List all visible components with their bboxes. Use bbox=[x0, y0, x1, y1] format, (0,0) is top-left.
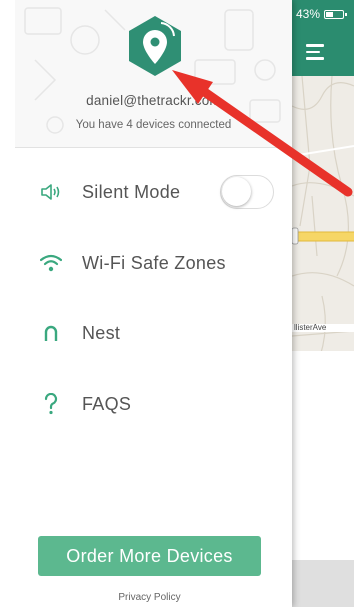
road-label: llisterAve bbox=[294, 323, 327, 332]
map-tiles bbox=[292, 76, 354, 560]
drawer-header: daniel@thetrackr.com You have 4 devices … bbox=[15, 0, 292, 148]
battery-percentage: 43% bbox=[296, 7, 321, 21]
trackr-logo bbox=[129, 16, 181, 76]
menu-item-wifi-safe-zones[interactable]: Wi-Fi Safe Zones bbox=[38, 241, 288, 285]
silent-mode-toggle[interactable] bbox=[220, 175, 274, 209]
question-icon bbox=[38, 391, 64, 417]
toggle-knob bbox=[222, 177, 251, 206]
map-footer-bar bbox=[292, 560, 354, 607]
speaker-icon bbox=[38, 179, 64, 205]
hamburger-menu-icon[interactable] bbox=[306, 44, 324, 60]
menu-label-silent-mode: Silent Mode bbox=[82, 181, 181, 202]
menu-label-wifi-safe-zones: Wi-Fi Safe Zones bbox=[82, 252, 226, 273]
menu-label-nest: Nest bbox=[82, 322, 121, 343]
devices-connected-status: You have 4 devices connected bbox=[75, 119, 232, 131]
status-bar: 43% bbox=[292, 0, 354, 28]
map-view[interactable]: 43% llisterAve bbox=[292, 0, 354, 607]
menu-item-nest[interactable]: Nest bbox=[38, 311, 288, 355]
wifi-icon bbox=[38, 250, 64, 276]
navigation-drawer: daniel@thetrackr.com You have 4 devices … bbox=[0, 0, 292, 607]
menu-label-faqs: FAQS bbox=[82, 393, 132, 414]
battery-icon bbox=[324, 9, 348, 19]
order-more-devices-button[interactable]: Order More Devices bbox=[38, 536, 261, 576]
privacy-policy-link[interactable]: Privacy Policy bbox=[38, 592, 261, 603]
nest-icon bbox=[38, 320, 64, 346]
user-email: daniel@thetrackr.com bbox=[86, 93, 221, 108]
menu-item-faqs[interactable]: FAQS bbox=[38, 382, 288, 426]
map-toolbar bbox=[292, 28, 354, 76]
